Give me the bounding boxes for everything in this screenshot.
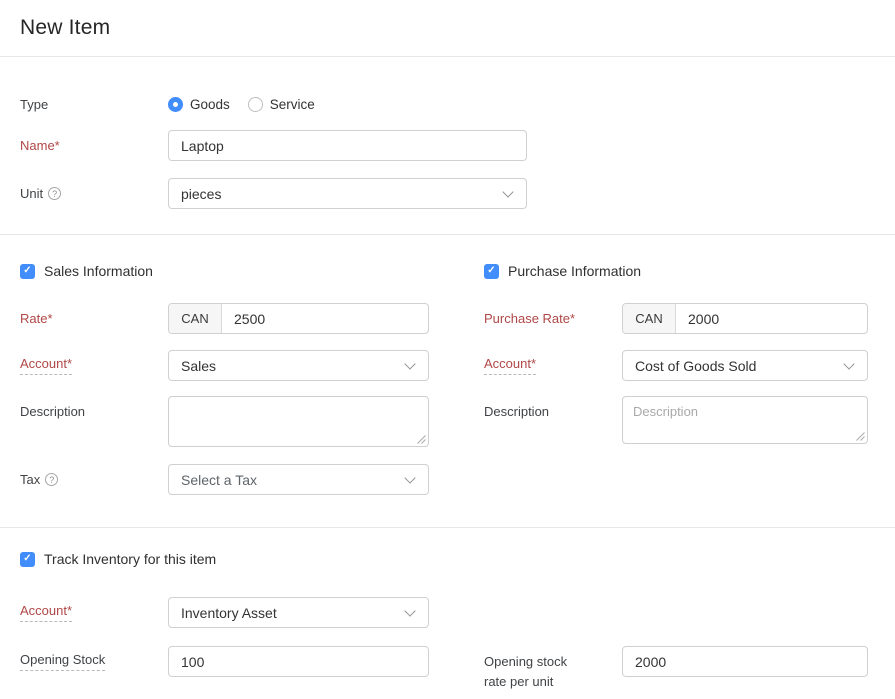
purchase-rate-field: CAN	[622, 303, 868, 334]
name-row: Name*	[20, 130, 895, 161]
opening-stock-rate-label: Opening stock rate per unit	[484, 646, 622, 692]
sales-section: ✓ Sales Information Rate* CAN Account*	[20, 235, 429, 495]
tax-row: Tax? Select a Tax	[20, 464, 429, 495]
sales-account-label: Account*	[20, 350, 168, 380]
currency-prefix: CAN	[623, 304, 676, 333]
inventory-section-header: ✓ Track Inventory for this item	[20, 551, 895, 567]
radio-service[interactable]: Service	[248, 97, 315, 112]
purchase-section-label: Purchase Information	[508, 263, 641, 279]
sales-description-field	[168, 396, 429, 447]
purchase-section: ✓ Purchase Information Purchase Rate* CA…	[484, 235, 868, 444]
chevron-down-icon	[405, 474, 416, 485]
checkbox-checked-icon[interactable]: ✓	[20, 552, 35, 567]
page-header: New Item	[0, 0, 895, 57]
rate-input[interactable]	[222, 304, 428, 333]
opening-stock-rate-column: Opening stock rate per unit	[484, 646, 868, 692]
chevron-down-icon	[405, 360, 416, 371]
page-title: New Item	[20, 16, 110, 40]
sales-account-row: Account* Sales	[20, 350, 429, 381]
purchase-rate-label: Purchase Rate*	[484, 303, 622, 333]
sales-description-row: Description	[20, 396, 429, 447]
rate-label: Rate*	[20, 303, 168, 333]
purchase-account-select[interactable]: Cost of Goods Sold	[622, 350, 868, 381]
tax-select[interactable]: Select a Tax	[168, 464, 429, 495]
sales-description-label: Description	[20, 396, 168, 426]
sales-account-value: Sales	[181, 358, 216, 374]
sales-section-header: ✓ Sales Information	[20, 263, 429, 279]
sales-purchase-columns: ✓ Sales Information Rate* CAN Account*	[0, 235, 895, 495]
radio-goods[interactable]: Goods	[168, 97, 230, 112]
name-input[interactable]	[168, 130, 527, 161]
help-icon[interactable]: ?	[48, 187, 61, 200]
opening-stock-columns: Opening Stock Opening stock rate per uni…	[0, 646, 895, 692]
sales-section-label: Sales Information	[44, 263, 153, 279]
inventory-account-row: Account* Inventory Asset	[0, 597, 895, 628]
radio-selected-icon	[168, 97, 183, 112]
inventory-account-label: Account*	[20, 597, 168, 627]
opening-stock-label: Opening Stock	[20, 646, 168, 676]
chevron-down-icon	[405, 607, 416, 618]
inventory-account-value: Inventory Asset	[181, 605, 277, 621]
new-item-page: New Item Type Goods Service Name*	[0, 0, 895, 699]
rate-row: Rate* CAN	[20, 303, 429, 334]
opening-stock-rate-row: Opening stock rate per unit	[484, 646, 868, 692]
radio-service-label: Service	[270, 97, 315, 112]
type-radio-group: Goods Service	[168, 89, 333, 119]
currency-prefix: CAN	[169, 304, 222, 333]
opening-stock-row: Opening Stock	[20, 646, 429, 677]
tax-label: Tax?	[20, 464, 168, 494]
inventory-section: ✓ Track Inventory for this item Account*…	[0, 551, 895, 692]
sales-description-textarea[interactable]	[168, 396, 429, 447]
unit-select[interactable]: pieces	[168, 178, 527, 209]
inventory-account-select[interactable]: Inventory Asset	[168, 597, 429, 628]
type-label: Type	[20, 89, 168, 119]
unit-label: Unit?	[20, 178, 168, 208]
name-label: Name*	[20, 130, 168, 160]
purchase-description-label: Description	[484, 396, 622, 426]
chevron-down-icon	[844, 360, 855, 371]
purchase-account-row: Account* Cost of Goods Sold	[484, 350, 868, 381]
purchase-description-row: Description	[484, 396, 868, 444]
chevron-down-icon	[503, 188, 514, 199]
radio-goods-label: Goods	[190, 97, 230, 112]
checkbox-checked-icon[interactable]: ✓	[484, 264, 499, 279]
type-row: Type Goods Service	[20, 89, 895, 119]
radio-unselected-icon	[248, 97, 263, 112]
unit-row: Unit? pieces	[20, 178, 895, 209]
purchase-description-textarea[interactable]	[622, 396, 868, 444]
basic-section: Type Goods Service Name* Unit?	[0, 57, 895, 209]
checkbox-checked-icon[interactable]: ✓	[20, 264, 35, 279]
purchase-account-label: Account*	[484, 350, 622, 380]
purchase-rate-row: Purchase Rate* CAN	[484, 303, 868, 334]
purchase-section-header: ✓ Purchase Information	[484, 263, 868, 279]
rate-field: CAN	[168, 303, 429, 334]
opening-stock-input[interactable]	[168, 646, 429, 677]
opening-stock-column: Opening Stock	[20, 646, 429, 677]
opening-stock-rate-input[interactable]	[622, 646, 868, 677]
sales-account-select[interactable]: Sales	[168, 350, 429, 381]
tax-select-value: Select a Tax	[181, 472, 257, 488]
inventory-section-label: Track Inventory for this item	[44, 551, 216, 567]
purchase-account-value: Cost of Goods Sold	[635, 358, 756, 374]
unit-select-value: pieces	[181, 186, 221, 202]
purchase-description-field	[622, 396, 868, 444]
help-icon[interactable]: ?	[45, 473, 58, 486]
section-divider	[0, 527, 895, 528]
purchase-rate-input[interactable]	[676, 304, 867, 333]
